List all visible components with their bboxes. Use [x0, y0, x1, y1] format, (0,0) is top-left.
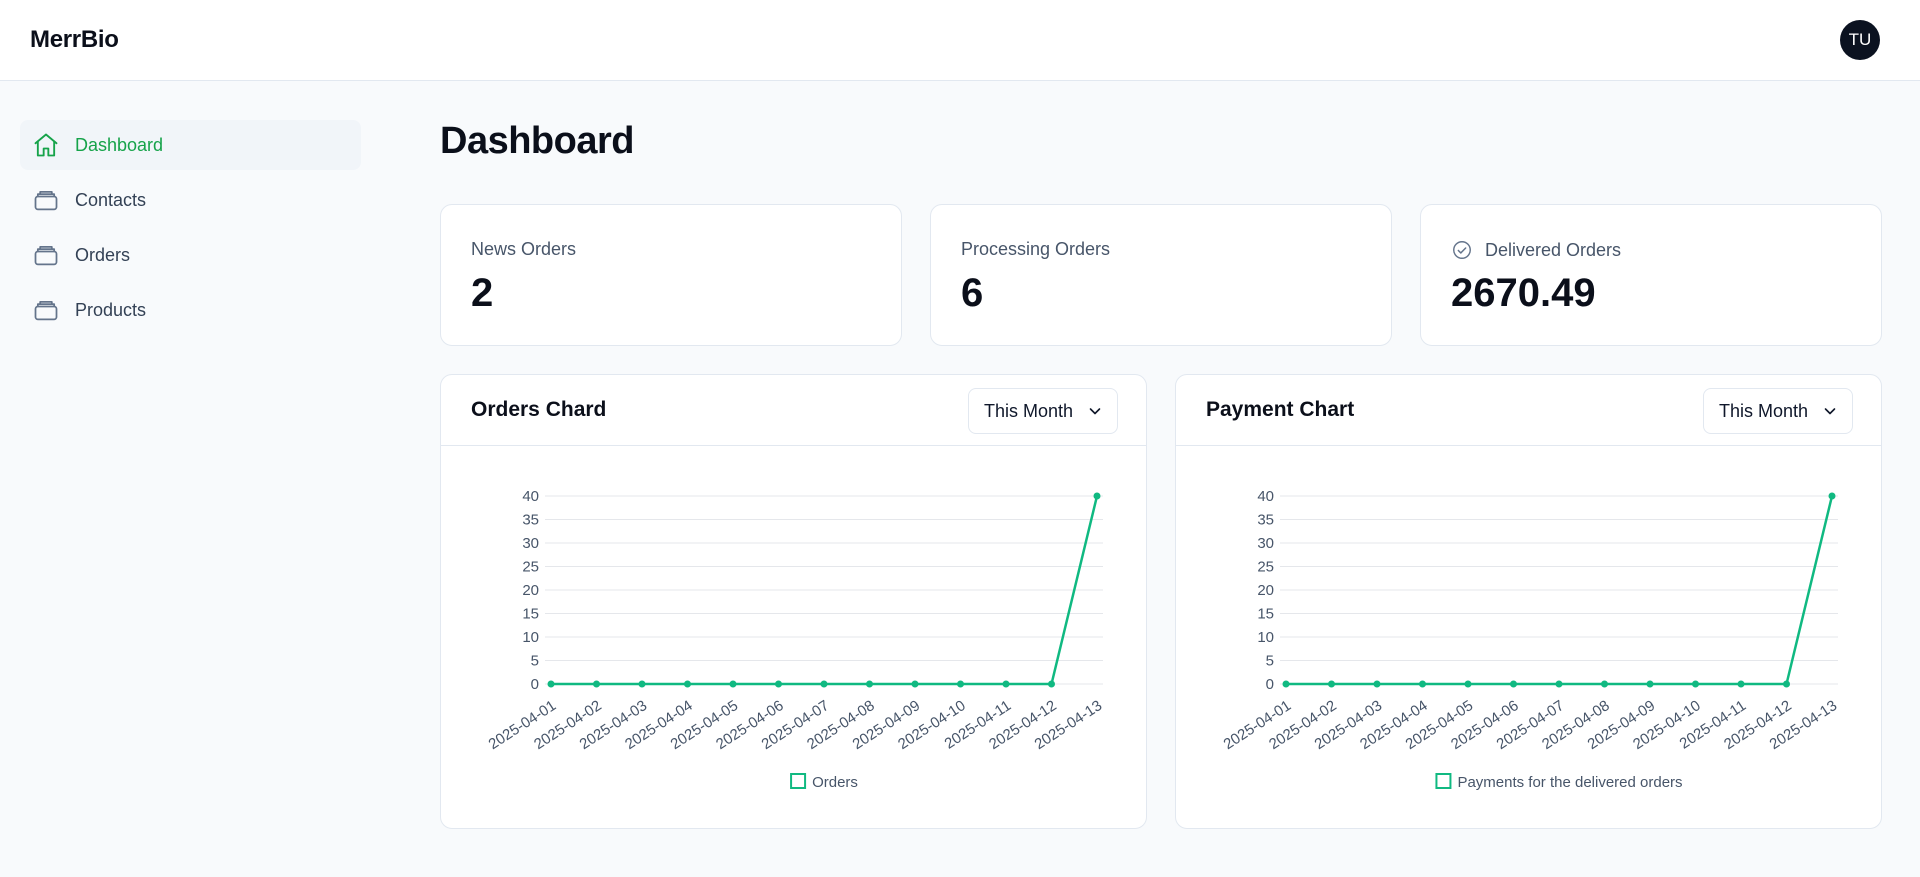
y-tick-label: 20 [522, 582, 539, 599]
y-tick-label: 5 [1266, 653, 1274, 670]
stat-label-text: Processing Orders [961, 239, 1111, 259]
y-tick-label: 5 [531, 653, 539, 670]
sidebar-item-label: Products [75, 299, 147, 320]
stat-label: Processing Orders [961, 239, 1110, 260]
y-tick-label: 40 [522, 488, 539, 505]
y-axis: 0 5 10 15 20 25 30 35 40 [1257, 488, 1838, 693]
chart-header: Payment Chart This Month [1176, 375, 1881, 446]
inbox-icon [32, 296, 60, 324]
date-range-select[interactable]: This Month [968, 388, 1118, 434]
legend-label: Payments for the delivered orders [1457, 774, 1682, 791]
data-point[interactable] [1002, 680, 1010, 688]
stat-label-text: News Orders [471, 239, 577, 259]
sidebar-item-label: Contacts [75, 189, 147, 210]
y-tick-label: 0 [531, 676, 539, 693]
sidebar-item-orders[interactable]: Orders [20, 230, 361, 280]
orders-chart-card: Orders Chard This Month 0 5 10 15 20 25 30 35 40… [440, 374, 1147, 829]
data-point[interactable] [1093, 492, 1101, 500]
check-circle-icon [1451, 239, 1473, 261]
chevron-down-icon [1087, 403, 1103, 419]
stat-label-text: Delivered Orders [1485, 239, 1622, 260]
legend-label: Orders [812, 774, 858, 791]
data-point[interactable] [684, 680, 691, 688]
chart-legend[interactable]: Orders [790, 773, 858, 791]
chart-title: Orders Chard [471, 398, 607, 421]
data-point[interactable] [957, 680, 964, 688]
y-tick-label: 20 [1257, 582, 1274, 599]
data-point[interactable] [638, 680, 646, 688]
data-point[interactable] [593, 680, 600, 688]
data-point[interactable] [729, 680, 737, 688]
data-point[interactable] [1646, 680, 1654, 688]
payment-chart-card: Payment Chart This Month 0 5 10 15 20 25 30 35 4… [1175, 374, 1882, 829]
orders-line-chart: 0 5 10 15 20 25 30 35 40 2025-04-012025-04-022025… [486, 488, 1106, 791]
y-tick-label: 10 [522, 629, 539, 646]
payment-line-chart: 0 5 10 15 20 25 30 35 40 2025-04-012025-04-022025… [1221, 488, 1841, 791]
data-point[interactable] [1555, 680, 1563, 688]
top-bar: MerrBio TU [0, 0, 1920, 81]
data-point[interactable] [866, 680, 873, 688]
data-point[interactable] [1282, 680, 1290, 688]
stat-card-processing-orders: Processing Orders 6 [930, 204, 1392, 346]
inbox-icon [32, 186, 60, 214]
page-title: Dashboard [440, 120, 634, 162]
stat-label: Delivered Orders [1451, 239, 1621, 261]
data-point[interactable] [1464, 680, 1472, 688]
data-point[interactable] [911, 680, 919, 688]
sidebar-item-label: Orders [75, 244, 131, 265]
sidebar-item-dashboard[interactable]: Dashboard [20, 120, 361, 170]
data-point[interactable] [775, 680, 782, 688]
y-tick-label: 10 [1257, 629, 1274, 646]
y-tick-label: 30 [1257, 535, 1274, 552]
data-point[interactable] [1419, 680, 1426, 688]
y-tick-label: 25 [1257, 559, 1274, 576]
data-point[interactable] [1783, 680, 1790, 688]
y-tick-label: 15 [522, 606, 539, 623]
chevron-down-icon [1822, 403, 1838, 419]
inbox-icon [32, 241, 60, 269]
legend-swatch [790, 773, 807, 789]
chart-header: Orders Chard This Month [441, 375, 1146, 446]
data-point[interactable] [1601, 680, 1608, 688]
sidebar-item-label: Dashboard [75, 134, 164, 155]
data-point[interactable] [1373, 680, 1381, 688]
data-point[interactable] [1737, 680, 1745, 688]
y-tick-label: 0 [1266, 676, 1274, 693]
sidebar: Dashboard Contacts Orders Products [20, 120, 361, 340]
y-tick-label: 15 [1257, 606, 1274, 623]
x-axis: 2025-04-012025-04-022025-04-032025-04-04… [1221, 697, 1841, 753]
data-point[interactable] [1328, 680, 1335, 688]
y-tick-label: 30 [522, 535, 539, 552]
data-point[interactable] [1048, 680, 1055, 688]
y-tick-label: 35 [1257, 512, 1274, 529]
legend-swatch [1435, 773, 1452, 789]
brand-logo[interactable]: MerrBio [30, 26, 119, 54]
stat-card-new-orders: News Orders 2 [440, 204, 902, 346]
x-axis: 2025-04-012025-04-022025-04-032025-04-04… [486, 697, 1106, 753]
sidebar-item-contacts[interactable]: Contacts [20, 175, 361, 225]
stat-value: 2 [471, 271, 494, 315]
y-tick-label: 25 [522, 559, 539, 576]
y-tick-label: 40 [1257, 488, 1274, 505]
y-axis: 0 5 10 15 20 25 30 35 40 [522, 488, 1103, 693]
data-point[interactable] [1692, 680, 1699, 688]
y-tick-label: 35 [522, 512, 539, 529]
data-point[interactable] [1510, 680, 1517, 688]
stat-value: 2670.49 [1451, 271, 1596, 315]
stat-value: 6 [961, 271, 984, 315]
date-range-select[interactable]: This Month [1703, 388, 1853, 434]
chart-legend[interactable]: Payments for the delivered orders [1435, 773, 1683, 791]
chart-title: Payment Chart [1206, 398, 1355, 421]
stat-card-delivered-orders: Delivered Orders 2670.49 [1420, 204, 1882, 346]
home-icon [32, 131, 60, 159]
sidebar-item-products[interactable]: Products [20, 285, 361, 335]
stat-label: News Orders [471, 239, 576, 260]
user-avatar[interactable]: TU [1840, 20, 1880, 60]
data-point[interactable] [820, 680, 828, 688]
data-point[interactable] [1828, 492, 1836, 500]
date-range-value: This Month [1719, 400, 1809, 421]
date-range-value: This Month [984, 400, 1074, 421]
data-point[interactable] [547, 680, 555, 688]
